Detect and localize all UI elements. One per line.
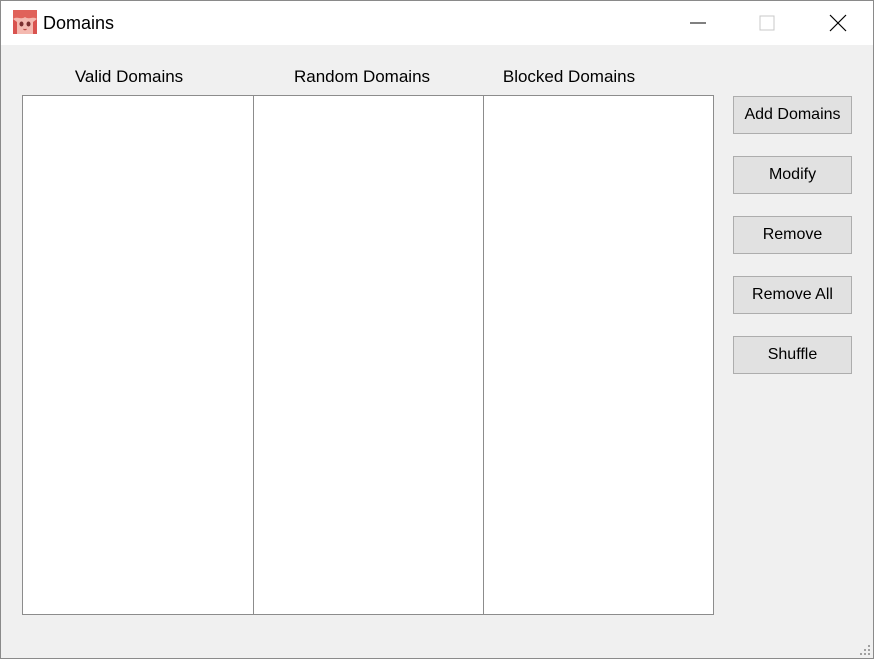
anime-avatar-icon (13, 10, 37, 34)
minimize-button[interactable] (675, 1, 721, 45)
remove-button[interactable]: Remove (733, 216, 852, 254)
modify-button[interactable]: Modify (733, 156, 852, 194)
random-domains-list[interactable] (254, 96, 484, 614)
shuffle-button[interactable]: Shuffle (733, 336, 852, 374)
resize-grip-icon[interactable] (859, 644, 871, 656)
window-title: Domains (43, 13, 115, 33)
remove-all-button[interactable]: Remove All (733, 276, 852, 314)
close-button[interactable] (815, 1, 861, 45)
title-bar[interactable]: Domains (1, 1, 873, 45)
close-icon (829, 14, 847, 32)
blocked-domains-list[interactable] (484, 96, 713, 614)
blocked-domains-header: Blocked Domains (502, 67, 636, 86)
domain-lists (22, 95, 714, 615)
minimize-icon (690, 22, 706, 24)
maximize-button[interactable] (744, 1, 790, 45)
domains-window: Domains Valid Domains Random Domains Blo… (0, 0, 874, 659)
maximize-icon (759, 15, 775, 31)
add-domains-button[interactable]: Add Domains (733, 96, 852, 134)
valid-domains-header: Valid Domains (74, 67, 184, 86)
valid-domains-list[interactable] (23, 96, 254, 614)
random-domains-header: Random Domains (293, 67, 431, 86)
